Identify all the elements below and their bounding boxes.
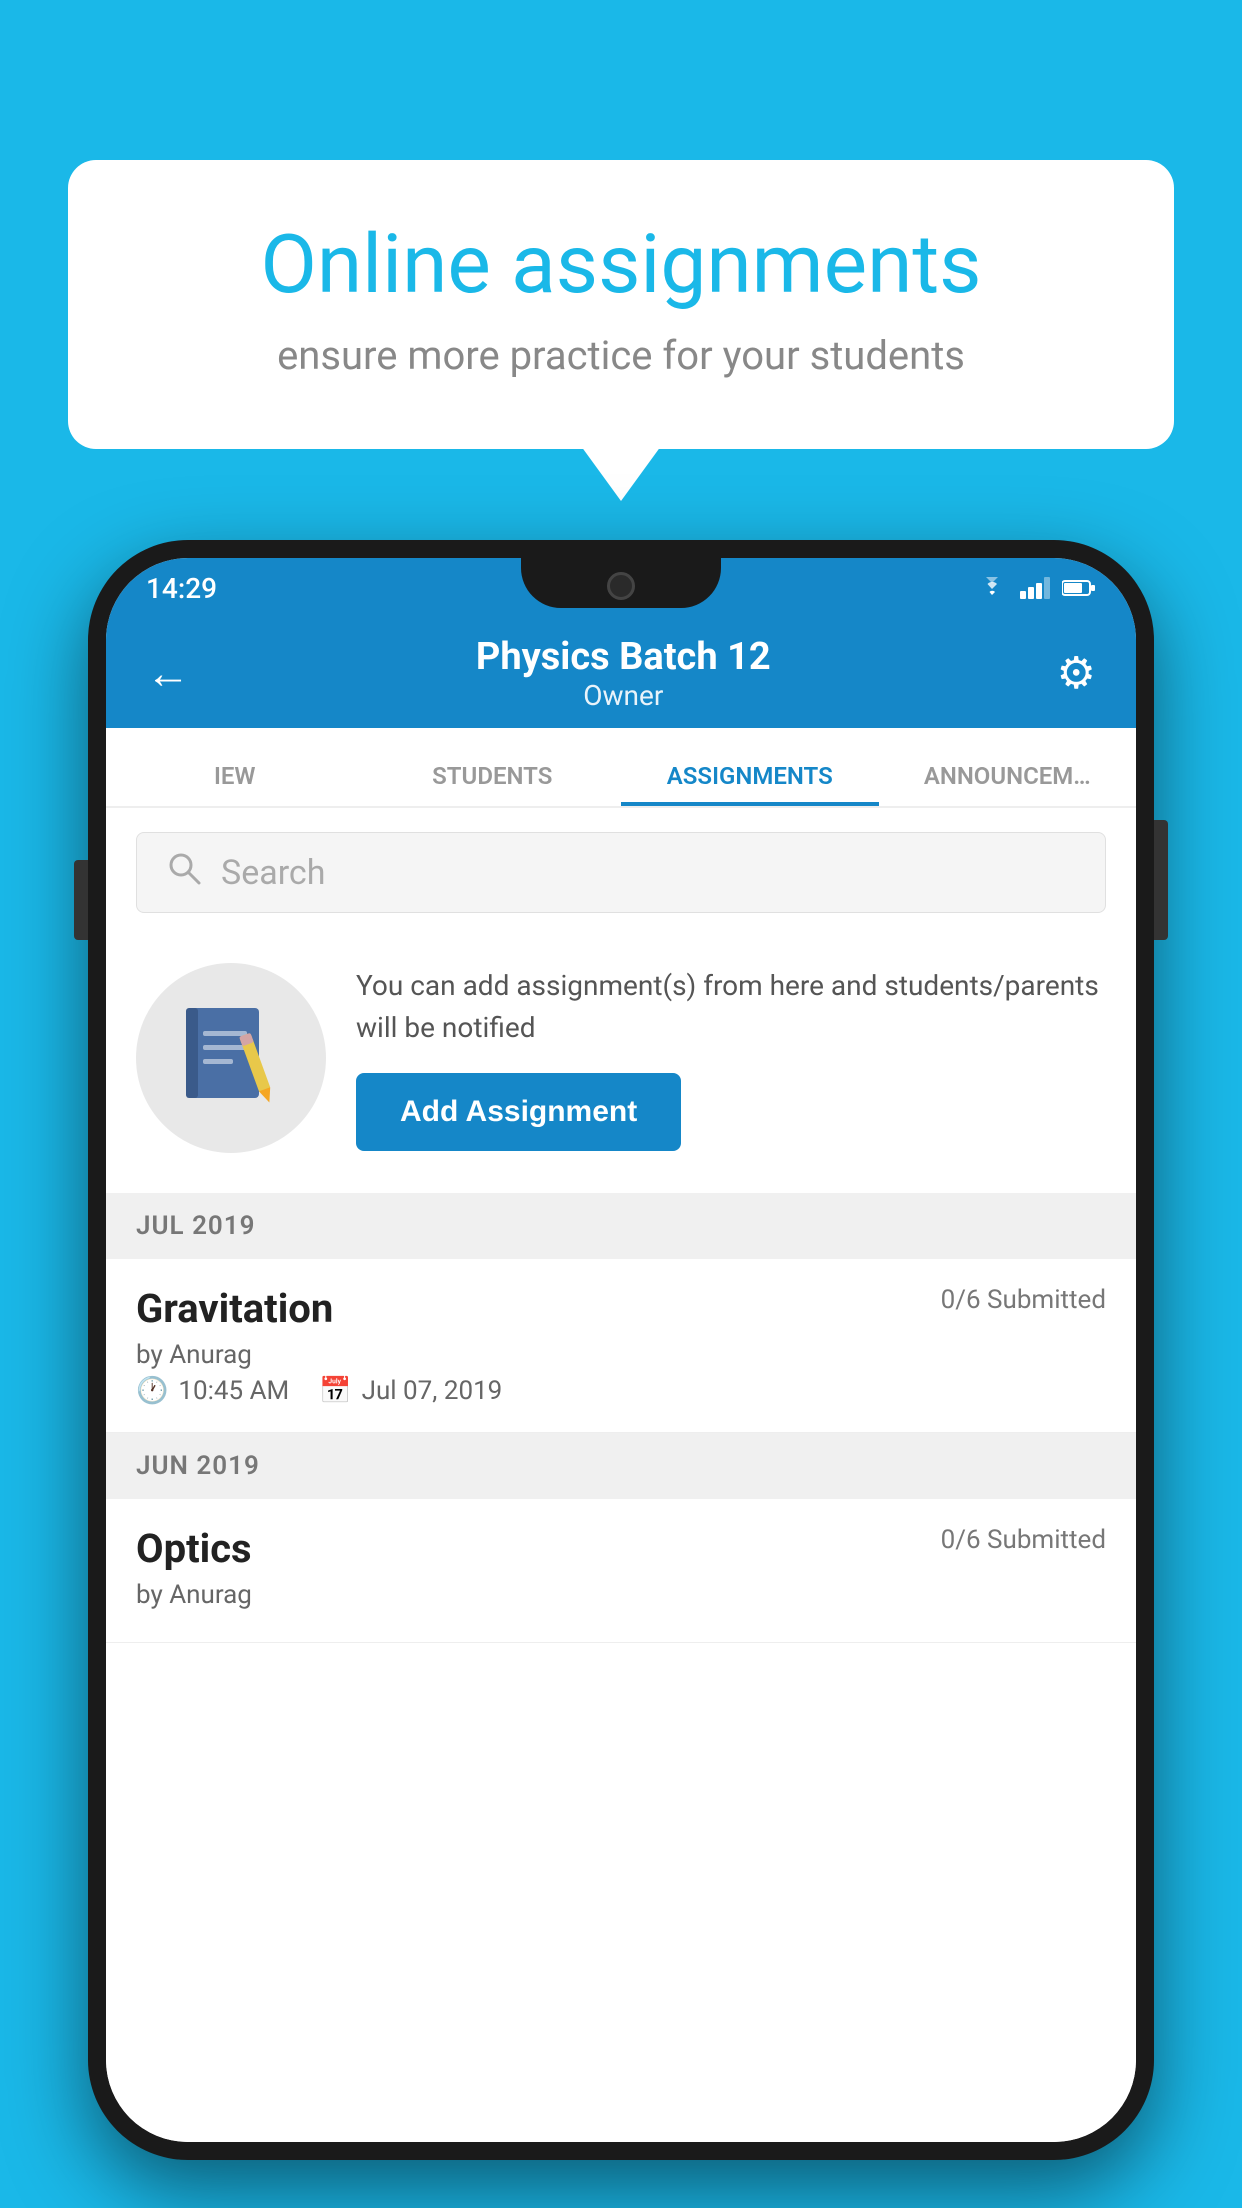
phone-device: 14:29 (88, 540, 1154, 2160)
speech-bubble: Online assignments ensure more practice … (68, 160, 1174, 449)
speech-bubble-container: Online assignments ensure more practice … (68, 160, 1174, 449)
clock-icon: 🕐 (136, 1376, 168, 1406)
app-bar-title-section: Physics Batch 12 Owner (476, 635, 771, 712)
app-bar-title: Physics Batch 12 (476, 635, 771, 679)
assignment-date-gravitation: 📅 Jul 07, 2019 (319, 1376, 502, 1406)
settings-icon[interactable]: ⚙ (1057, 647, 1096, 699)
phone-camera (607, 572, 635, 600)
search-placeholder: Search (221, 853, 325, 893)
promo-section: You can add assignment(s) from here and … (106, 933, 1136, 1193)
tabs-bar: IEW STUDENTS ASSIGNMENTS ANNOUNCEM… (106, 728, 1136, 808)
tab-iew[interactable]: IEW (106, 762, 364, 806)
assignment-name-gravitation: Gravitation (136, 1285, 333, 1332)
back-button[interactable]: ← (146, 647, 190, 699)
tab-students[interactable]: STUDENTS (364, 762, 622, 806)
assignment-submitted-gravitation: 0/6 Submitted (941, 1285, 1106, 1315)
promo-description: You can add assignment(s) from here and … (356, 965, 1106, 1049)
phone-outer: 14:29 (88, 540, 1154, 2160)
assignment-illustration (136, 963, 326, 1153)
assignment-item-optics[interactable]: Optics 0/6 Submitted by Anurag (106, 1499, 1136, 1643)
assignment-author-gravitation: by Anurag (136, 1340, 1106, 1370)
search-bar[interactable]: Search (136, 832, 1106, 913)
section-header-jul: JUL 2019 (106, 1193, 1136, 1259)
assignment-submitted-optics: 0/6 Submitted (941, 1525, 1106, 1555)
wifi-icon (976, 577, 1008, 599)
assignment-time-row-gravitation: 🕐 10:45 AM 📅 Jul 07, 2019 (136, 1376, 1106, 1406)
add-assignment-button[interactable]: Add Assignment (356, 1073, 681, 1151)
assignment-name-optics: Optics (136, 1525, 252, 1572)
status-icons (976, 577, 1096, 599)
calendar-icon: 📅 (319, 1376, 351, 1406)
speech-bubble-subtitle: ensure more practice for your students (148, 332, 1094, 379)
assignment-item-gravitation[interactable]: Gravitation 0/6 Submitted by Anurag 🕐 10… (106, 1259, 1136, 1433)
assignment-author-optics: by Anurag (136, 1580, 1106, 1610)
assignment-row-top-optics: Optics 0/6 Submitted (136, 1525, 1106, 1572)
phone-notch (521, 558, 721, 608)
app-bar: ← Physics Batch 12 Owner ⚙ (106, 618, 1136, 728)
tab-announcements[interactable]: ANNOUNCEM… (879, 762, 1137, 806)
speech-bubble-title: Online assignments (148, 220, 1094, 310)
notebook-icon (181, 1003, 281, 1113)
battery-icon (1062, 579, 1096, 597)
promo-content: You can add assignment(s) from here and … (356, 965, 1106, 1151)
app-bar-subtitle: Owner (476, 679, 771, 712)
section-header-jun: JUN 2019 (106, 1433, 1136, 1499)
tab-assignments[interactable]: ASSIGNMENTS (621, 762, 879, 806)
assignment-row-top: Gravitation 0/6 Submitted (136, 1285, 1106, 1332)
signal-icon (1020, 577, 1050, 599)
status-time: 14:29 (146, 572, 217, 605)
assignment-time-gravitation: 🕐 10:45 AM (136, 1376, 289, 1406)
phone-screen: 14:29 (106, 558, 1136, 2142)
search-icon (167, 851, 201, 894)
content-area: Search (106, 808, 1136, 2142)
